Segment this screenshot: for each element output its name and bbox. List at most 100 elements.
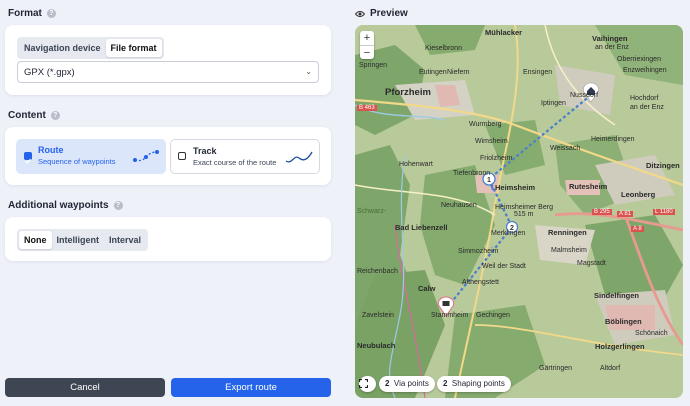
map-label: Simmozheim: [458, 248, 499, 255]
map-label: Vaihingen: [592, 34, 628, 43]
content-section-title: Content ?: [8, 110, 60, 121]
shaping-points-chip: 2 Shaping points: [437, 376, 511, 392]
map-label: Niefern: [447, 69, 470, 76]
cancel-button[interactable]: Cancel: [5, 378, 165, 397]
format-section-title: Format ?: [8, 8, 56, 19]
map-label: Leonberg: [621, 190, 656, 199]
map-label: Springen: [359, 62, 388, 69]
map-label: Kieselbronn: [425, 45, 462, 52]
map-label: an der Enz: [630, 104, 664, 111]
file-format-value: GPX (*.gpx): [24, 67, 75, 78]
help-icon[interactable]: ?: [46, 9, 56, 18]
map-label: Malmsheim: [551, 247, 587, 254]
map-label: Weissach: [550, 145, 581, 152]
map-label: Althengstett: [462, 279, 499, 286]
shaping-points-label: Shaping points: [451, 379, 505, 388]
map-label: Eutingen: [419, 69, 447, 76]
map-label: Neuhausen: [441, 202, 477, 209]
tab-none[interactable]: None: [19, 231, 52, 249]
tab-intelligent[interactable]: Intelligent: [52, 231, 105, 249]
waypoints-card: None Intelligent Interval: [5, 217, 331, 261]
map-label: Schwarz-: [357, 208, 387, 215]
waypoints-title: Additional waypoints: [8, 200, 109, 211]
map-label: Rutesheim: [569, 182, 608, 191]
waypoints-section-title: Additional waypoints ?: [8, 200, 123, 211]
map-label: Schönaich: [635, 330, 668, 337]
map-label: 515 m: [514, 211, 534, 218]
track-checkbox[interactable]: [178, 152, 186, 160]
fullscreen-button[interactable]: [359, 376, 376, 392]
map-label: Neubulach: [357, 341, 396, 350]
tab-interval[interactable]: Interval: [104, 231, 146, 249]
map-label: Altdorf: [600, 365, 621, 372]
map-label: Pforzheim: [385, 87, 431, 98]
map-label: Magstadt: [577, 260, 606, 267]
content-card: Route Sequence of waypoints Track Exact …: [5, 127, 331, 185]
svg-text:1: 1: [487, 177, 491, 184]
track-wave-icon: [285, 151, 313, 163]
map-label: Ensingen: [523, 69, 553, 76]
map-label: Nussdorf: [570, 92, 599, 99]
help-icon[interactable]: ?: [113, 201, 123, 210]
route-option[interactable]: Route Sequence of waypoints: [16, 139, 166, 174]
zoom-out-button[interactable]: −: [360, 45, 374, 59]
help-icon[interactable]: ?: [50, 111, 60, 120]
map-label: Calw: [418, 284, 436, 293]
export-settings-panel: Format ? Navigation device File format G…: [0, 0, 340, 406]
waypoints-tabs: None Intelligent Interval: [17, 229, 149, 251]
map-label: Friolzheim: [480, 155, 513, 162]
map-label: Enzweihingen: [623, 67, 667, 74]
fullscreen-icon: [359, 379, 368, 388]
zoom-controls: + −: [360, 31, 374, 59]
format-card: Navigation device File format GPX (*.gpx…: [5, 25, 331, 95]
route-dots-icon: [133, 150, 159, 162]
map-label: Hochdorf: [630, 95, 659, 102]
map-label: Böblingen: [605, 317, 642, 326]
route-checkbox[interactable]: [24, 152, 32, 164]
export-route-button[interactable]: Export route: [171, 378, 331, 397]
check-icon: [25, 158, 31, 164]
map-label: Wimsheim: [475, 138, 508, 145]
eye-icon: [355, 10, 365, 17]
preview-title: Preview: [370, 8, 408, 19]
road-badge: B 295: [592, 209, 612, 215]
map-label: Mühlacker: [485, 28, 523, 37]
road-badge: B 463: [357, 105, 377, 111]
map-label: Oberriexingen: [617, 56, 661, 63]
file-format-select[interactable]: GPX (*.gpx) ⌄: [17, 61, 319, 83]
map-label: Merklingen: [491, 230, 526, 237]
map-label: Reichenbach: [357, 268, 398, 275]
format-tabs: Navigation device File format: [17, 37, 164, 59]
chevron-down-icon: ⌄: [305, 67, 312, 76]
shaping-points-count: 2: [443, 379, 448, 388]
content-title: Content: [8, 110, 46, 121]
map-label: Ditzingen: [646, 161, 680, 170]
map-label: Heimsheim: [495, 183, 536, 192]
map-label: Hohenwart: [399, 161, 433, 168]
map-label: Bad Liebenzell: [395, 223, 448, 232]
map-label: Iptingen: [541, 100, 566, 107]
map-label: Heimerdingen: [591, 136, 635, 143]
map-label: Renningen: [548, 228, 587, 237]
route-map[interactable]: 1 2 + − Mühlacker Vaihingen an der Enz K…: [355, 25, 683, 398]
tab-file-format[interactable]: File format: [105, 39, 162, 57]
road-badge: A 81: [617, 211, 634, 217]
zoom-in-button[interactable]: +: [360, 31, 374, 45]
map-label: Heimsheimer Berg: [495, 204, 553, 211]
map-label: Gärtringen: [539, 365, 573, 372]
map-label: Wurmberg: [469, 121, 502, 128]
road-badge: L 1180: [653, 209, 675, 215]
map-label: Sindelfingen: [594, 291, 639, 300]
map-label: Stammheim: [431, 312, 469, 319]
map-label: Weil der Stadt: [482, 263, 526, 270]
map-label: Zavelstein: [362, 312, 394, 319]
tab-navigation-device[interactable]: Navigation device: [19, 39, 106, 57]
map-label: Tiefenbronn: [453, 170, 491, 177]
map-label: Holzgerlingen: [595, 342, 645, 351]
track-option[interactable]: Track Exact course of the route: [170, 139, 320, 174]
via-points-count: 2: [385, 379, 390, 388]
preview-section-title: Preview: [355, 8, 408, 19]
road-badge: A 8: [631, 226, 644, 232]
via-points-label: Via points: [393, 379, 429, 388]
map-label: Gechingen: [476, 312, 510, 319]
